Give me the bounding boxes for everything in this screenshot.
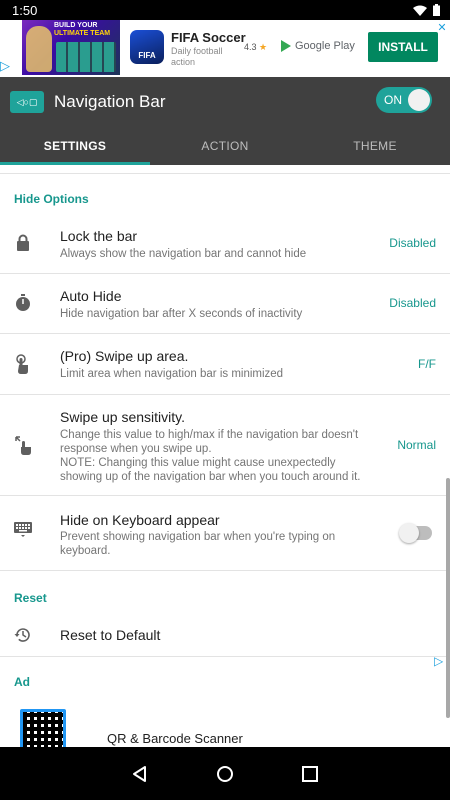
system-nav-bar: [0, 747, 450, 800]
scrollbar[interactable]: [446, 478, 450, 718]
pref-value: Disabled: [389, 236, 436, 250]
google-play-icon: [281, 40, 291, 52]
tab-bar: SETTINGS ACTION THEME: [0, 129, 450, 165]
pref-summary: Prevent showing navigation bar when you'…: [60, 531, 336, 557]
ad-thumb-text-1: BUILD YOUR: [54, 22, 98, 29]
pref-auto-hide[interactable]: Auto Hide Hide navigation bar after X se…: [0, 274, 450, 334]
pref-swipe-up-area[interactable]: (Pro) Swipe up area. Limit area when nav…: [0, 334, 450, 395]
pref-note: NOTE: Changing this value might cause un…: [60, 457, 361, 483]
star-icon: ★: [259, 42, 268, 52]
divider: [0, 173, 450, 174]
pref-title: Auto Hide: [60, 288, 122, 304]
ad-title[interactable]: FIFA Soccer: [171, 30, 246, 45]
ad-choices-icon[interactable]: ▷: [0, 59, 14, 73]
pref-value: F/F: [418, 357, 436, 371]
ad-subtitle: Daily football action: [171, 46, 223, 67]
timer-icon: [14, 294, 32, 312]
pref-title: Swipe up sensitivity.: [60, 409, 186, 425]
google-play-badge: Google Play: [281, 40, 355, 52]
home-icon[interactable]: [215, 764, 235, 784]
pref-title: Lock the bar: [60, 228, 138, 244]
switch-knob: [408, 89, 430, 111]
pref-swipe-up-sensitivity[interactable]: Swipe up sensitivity. Change this value …: [0, 395, 450, 496]
install-button[interactable]: INSTALL: [368, 32, 438, 62]
pref-summary: Hide navigation bar after X seconds of i…: [60, 308, 303, 320]
battery-icon: [433, 4, 440, 16]
bottom-ad-title[interactable]: QR & Barcode Scanner: [107, 731, 243, 746]
lock-icon: [14, 234, 32, 252]
history-icon: [14, 626, 32, 644]
settings-list[interactable]: Hide Options Lock the bar Always show th…: [0, 165, 450, 747]
toggle-knob: [399, 523, 419, 543]
ad-choices-icon[interactable]: ▷: [434, 655, 446, 667]
section-hide-options: Hide Options: [14, 192, 89, 206]
ad-rating: 4.3 ★: [244, 42, 268, 52]
ad-thumbnail[interactable]: BUILD YOUR ULTIMATE TEAM: [22, 20, 120, 75]
wifi-icon: [413, 5, 427, 16]
recents-icon[interactable]: [300, 764, 320, 784]
player-image: [26, 26, 52, 72]
app-title: Navigation Bar: [54, 92, 166, 111]
pref-summary: Always show the navigation bar and canno…: [60, 248, 307, 260]
master-switch-label: ON: [384, 93, 402, 107]
touch-app-icon: [14, 354, 32, 374]
keyboard-toggle[interactable]: [399, 523, 432, 543]
fifa-app-icon[interactable]: FIFA: [130, 30, 164, 64]
ad-thumb-text-2: ULTIMATE TEAM: [54, 30, 111, 37]
back-icon[interactable]: [130, 764, 150, 784]
swipe-icon: [14, 435, 32, 455]
top-ad-banner[interactable]: BUILD YOUR ULTIMATE TEAM ▷ ✕ FIFA FIFA S…: [0, 20, 450, 77]
pref-value: Normal: [397, 438, 436, 452]
keyboard-icon: [14, 522, 32, 540]
team-cards-image: [56, 42, 116, 72]
pref-reset-to-default[interactable]: Reset to Default: [0, 612, 450, 657]
master-switch[interactable]: ON: [376, 87, 432, 113]
app-bar: ◁○▢ Navigation Bar ON SETTINGS ACTION TH…: [0, 77, 450, 165]
pref-title: (Pro) Swipe up area.: [60, 348, 189, 364]
pref-title: Hide on Keyboard appear: [60, 512, 220, 528]
section-reset: Reset: [14, 591, 47, 605]
pref-title: Reset to Default: [60, 627, 161, 643]
status-bar: 1:50: [0, 0, 450, 20]
pref-lock-the-bar[interactable]: Lock the bar Always show the navigation …: [0, 214, 450, 274]
tab-action[interactable]: ACTION: [150, 129, 300, 165]
qr-code-icon[interactable]: [20, 709, 66, 747]
pref-summary: Limit area when navigation bar is minimi…: [60, 368, 284, 380]
pref-value: Disabled: [389, 296, 436, 310]
pref-hide-on-keyboard[interactable]: Hide on Keyboard appear Prevent showing …: [0, 496, 450, 571]
pref-summary: Change this value to high/max if the nav…: [60, 429, 359, 455]
tab-theme[interactable]: THEME: [300, 129, 450, 165]
section-ad: Ad: [14, 675, 30, 689]
tab-settings[interactable]: SETTINGS: [0, 129, 150, 165]
status-time: 1:50: [12, 2, 38, 18]
navigation-bar-logo-icon: ◁○▢: [10, 91, 44, 113]
